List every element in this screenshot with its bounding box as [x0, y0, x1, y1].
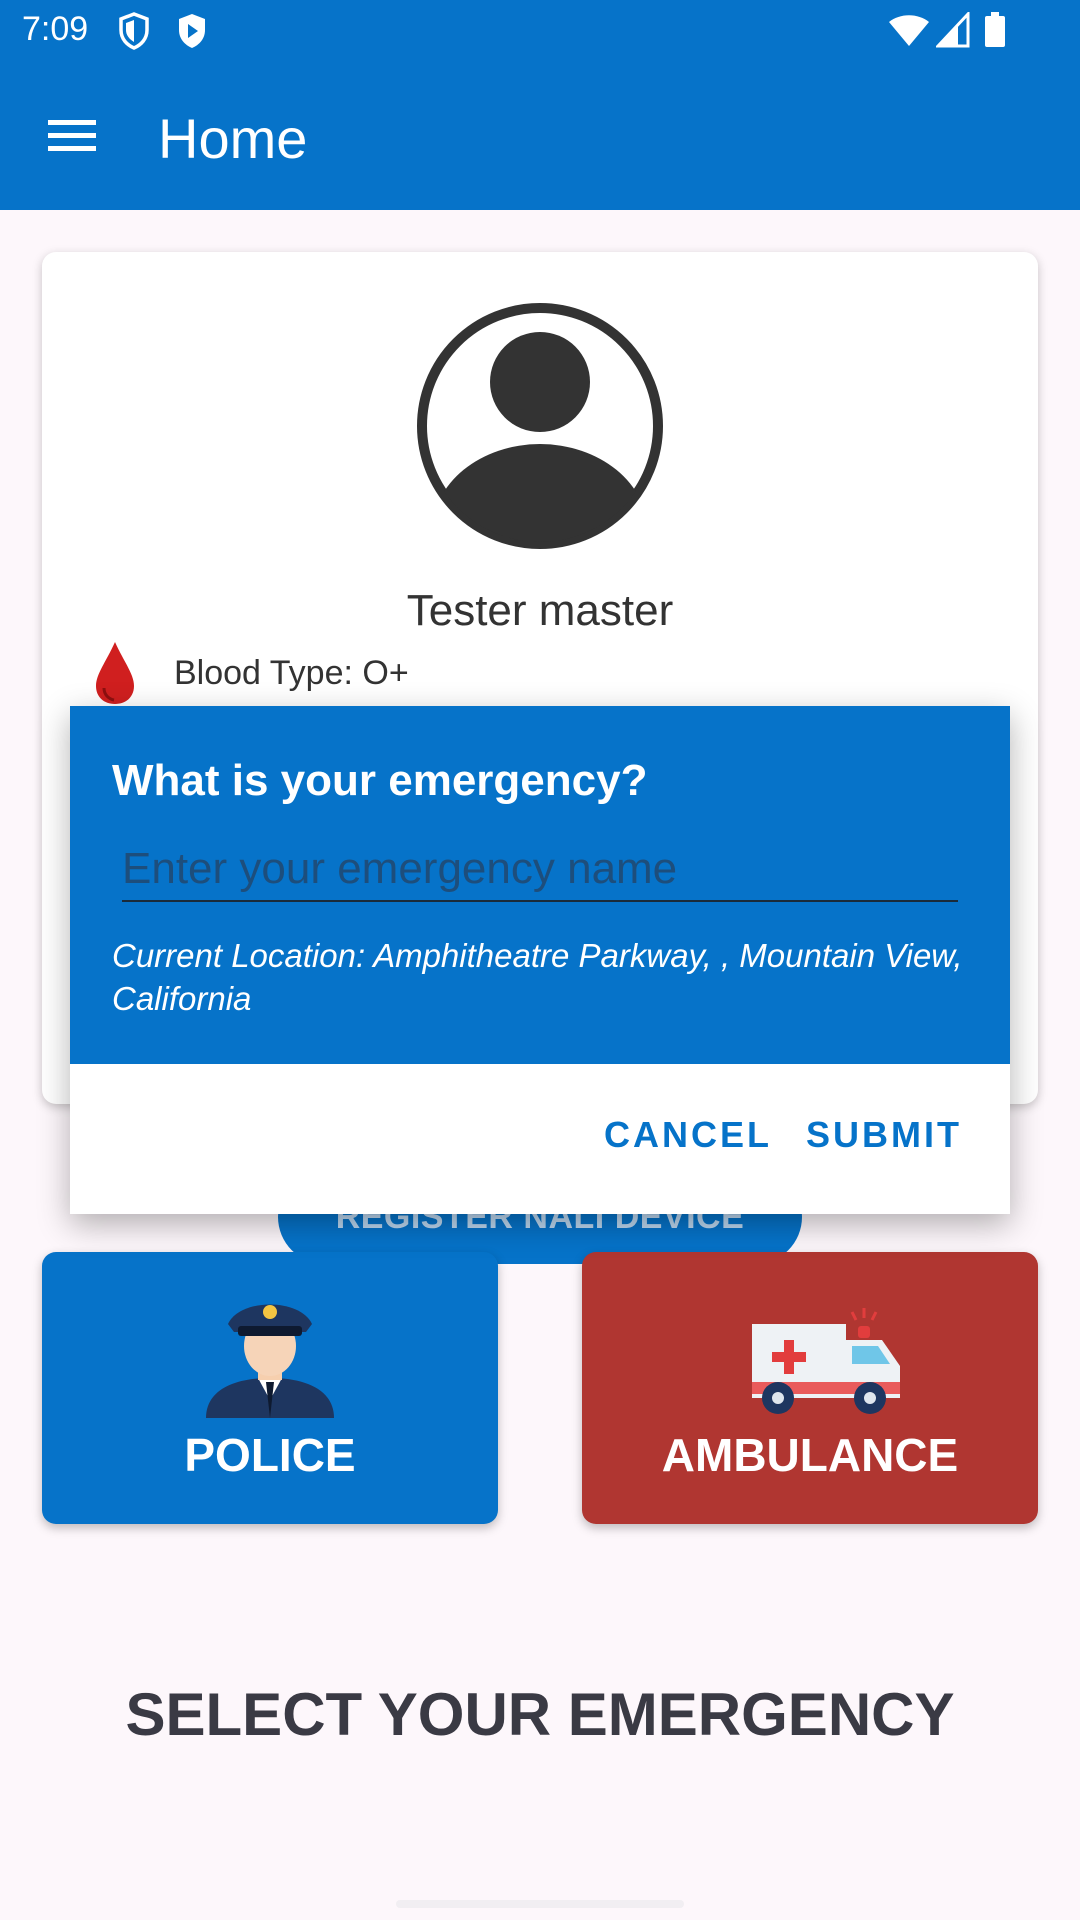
current-location-text: Current Location: Amphitheatre Parkway, …	[112, 937, 963, 1017]
battery-icon	[985, 12, 1005, 47]
avatar-icon	[417, 303, 663, 549]
status-bar: 7:09	[0, 0, 1080, 64]
select-emergency-heading: SELECT YOUR EMERGENCY	[125, 1681, 955, 1748]
page-title: Home	[158, 107, 308, 170]
home-indicator	[396, 1900, 684, 1908]
status-time: 7:09	[22, 10, 89, 48]
play-shield-icon	[179, 14, 205, 48]
user-name: Tester master	[406, 586, 674, 635]
emergency-dialog: What is your emergency? Current Location…	[70, 706, 1010, 1214]
app-bar: Home	[0, 64, 1080, 210]
police-tile[interactable]: POLICE	[42, 1252, 498, 1524]
emergency-name-input[interactable]	[122, 838, 958, 902]
dialog-header: What is your emergency? Current Location…	[70, 706, 1010, 1064]
submit-button[interactable]: SUBMIT	[806, 1114, 962, 1156]
cell-signal-icon	[936, 12, 970, 48]
police-label: POLICE	[184, 1429, 356, 1481]
blood-drop-icon	[96, 642, 134, 704]
police-officer-icon	[206, 1304, 334, 1418]
shield-icon	[119, 12, 149, 50]
wifi-icon	[889, 15, 929, 46]
ambulance-tile[interactable]: AMBULANCE	[582, 1252, 1038, 1524]
dialog-actions: CANCEL SUBMIT	[70, 1064, 1010, 1214]
ambulance-label: AMBULANCE	[661, 1429, 959, 1481]
dialog-title: What is your emergency?	[112, 756, 648, 805]
ambulance-icon	[752, 1308, 900, 1414]
cancel-button[interactable]: CANCEL	[604, 1114, 772, 1156]
blood-type-label: Blood Type: O+	[174, 654, 409, 692]
hamburger-menu-icon[interactable]	[36, 104, 108, 164]
